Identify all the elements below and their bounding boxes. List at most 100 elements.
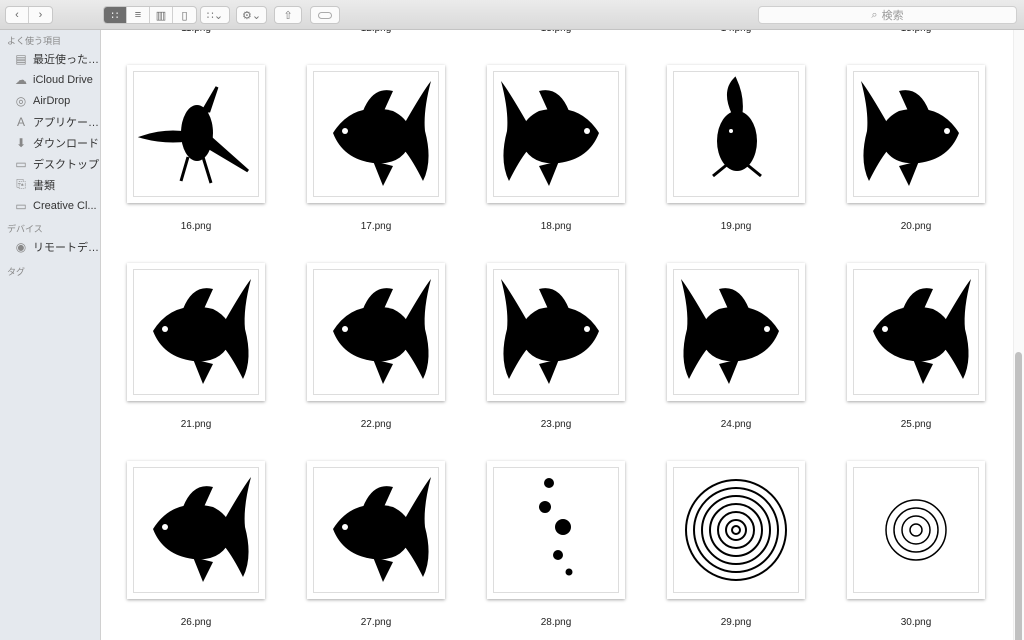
fish-front-image — [137, 86, 249, 184]
sidebar-item-label: デスクトップ — [33, 158, 99, 171]
applications-icon: A — [16, 114, 25, 129]
arrange-button[interactable]: ∷⌄ — [200, 6, 230, 24]
file-name[interactable]: 12.png — [286, 30, 466, 34]
file-name: 18.png — [540, 221, 572, 232]
file-name: 16.png — [180, 221, 212, 232]
sidebar-item-label: 書類 — [33, 179, 55, 192]
sidebar-item-label: リモートデ… — [33, 241, 99, 254]
file-thumbnail[interactable] — [667, 461, 805, 599]
sidebar-item[interactable]: ☁ iCloud Drive — [0, 69, 100, 90]
file-name: 30.png — [900, 617, 932, 628]
nav-buttons: ‹ › — [5, 6, 53, 24]
file-thumbnail[interactable] — [127, 263, 265, 401]
desktop-icon: ▭ — [15, 156, 27, 171]
bubbles-image — [539, 478, 573, 576]
file-name: 17.png — [360, 221, 392, 232]
sidebar-item-label: 最近使った… — [33, 53, 99, 66]
fish-left-image — [153, 477, 251, 582]
file-thumbnail[interactable] — [847, 461, 985, 599]
file-name: 24.png — [720, 419, 752, 430]
fish-right-image — [501, 81, 599, 186]
fish-left-image — [153, 279, 251, 384]
file-name: 28.png — [540, 617, 572, 628]
cloud-icon: ☁ — [15, 72, 27, 87]
file-name: 21.png — [180, 419, 212, 430]
file-name: 25.png — [900, 419, 932, 430]
file-thumbnail[interactable] — [307, 263, 445, 401]
file-thumbnail[interactable] — [487, 263, 625, 401]
fish-right-image — [501, 279, 599, 384]
fish-right-image — [861, 81, 959, 186]
cover-flow-button[interactable]: ▯ — [173, 7, 196, 23]
file-thumbnail[interactable] — [487, 461, 625, 599]
sidebar-item[interactable]: ▤ 最近使った… — [0, 48, 100, 69]
file-thumbnail[interactable] — [127, 65, 265, 203]
sidebar-item-label: iCloud Drive — [33, 73, 93, 86]
sidebar-item-label: ダウンロード — [33, 137, 99, 150]
file-grid: 11.png12.png13.png14.png15.png 16.png 17… — [101, 30, 1024, 640]
file-name[interactable]: 11.png — [106, 30, 286, 34]
fish-right-image — [681, 279, 779, 384]
documents-icon: ⎘ — [16, 177, 26, 191]
file-thumbnail[interactable] — [667, 263, 805, 401]
sidebar-item-label: AirDrop — [33, 94, 71, 107]
file-name: 26.png — [180, 617, 212, 628]
file-name: 20.png — [900, 221, 932, 232]
file-thumbnail[interactable] — [487, 65, 625, 203]
list-view-button[interactable]: ≡ — [127, 7, 150, 23]
search-icon: ⌕ — [871, 8, 878, 21]
file-name: 29.png — [720, 617, 752, 628]
sidebar-item[interactable]: ⬇ ダウンロード — [0, 132, 100, 153]
sidebar-item[interactable]: ⎘ 書類 — [0, 174, 100, 195]
file-thumbnail[interactable] — [847, 65, 985, 203]
download-icon: ⬇ — [15, 135, 27, 150]
sidebar-item[interactable]: ◉ リモートデ… — [0, 236, 100, 257]
sidebar-item[interactable]: ▭ Creative Cl... — [0, 195, 100, 216]
tags-heading: タグ — [7, 267, 26, 277]
file-thumbnail[interactable] — [307, 461, 445, 599]
fish-left-image — [873, 279, 971, 384]
chevron-left-icon[interactable]: ‹ — [6, 7, 29, 23]
ripple-small-image — [885, 499, 947, 561]
file-name: 27.png — [360, 617, 392, 628]
file-name[interactable]: 13.png — [466, 30, 646, 34]
sidebar-item[interactable]: ▭ デスクトップ — [0, 153, 100, 174]
search-placeholder: 検索 — [881, 10, 904, 22]
fish-left-image — [333, 81, 431, 186]
fish-left-image — [333, 477, 431, 582]
fish-left-image — [333, 279, 431, 384]
file-name[interactable]: 15.png — [826, 30, 1006, 34]
file-thumbnail[interactable] — [667, 65, 805, 203]
icon-view-button[interactable]: ∷ — [104, 7, 127, 23]
grid-icon: ∷⌄ — [206, 9, 224, 22]
scrollbar-thumb[interactable] — [1015, 352, 1022, 640]
search-input[interactable]: ⌕ 検索 — [758, 6, 1017, 24]
airdrop-icon: ◎ — [15, 93, 27, 108]
file-thumbnail[interactable] — [307, 65, 445, 203]
chevron-right-icon[interactable]: › — [29, 7, 52, 23]
sidebar-item-label: アプリケー… — [33, 116, 99, 129]
tag-icon — [318, 11, 332, 19]
file-name: 23.png — [540, 419, 572, 430]
sidebar-item-label: Creative Cl... — [33, 199, 97, 212]
favorites-heading: よく使う項目 — [7, 36, 62, 46]
file-thumbnail[interactable] — [847, 263, 985, 401]
sidebar-item[interactable]: A アプリケー… — [0, 111, 100, 132]
file-name: 22.png — [360, 419, 392, 430]
ripple-large-image — [685, 479, 787, 581]
column-view-button[interactable]: ▥ — [150, 7, 173, 23]
gear-icon: ⚙⌄ — [241, 9, 262, 22]
action-button[interactable]: ⚙⌄ — [236, 6, 267, 24]
fish-top-image — [712, 76, 762, 178]
toolbar: ‹ › ∷ ≡ ▥ ▯ ∷⌄ ⚙⌄ ⇧ ⌕ 検索 — [0, 0, 1024, 30]
file-name[interactable]: 14.png — [646, 30, 826, 34]
sidebar-item[interactable]: ◎ AirDrop — [0, 90, 100, 111]
tag-button[interactable] — [310, 6, 340, 24]
share-button[interactable]: ⇧ — [274, 6, 302, 24]
folder-icon: ▭ — [15, 198, 27, 213]
share-icon: ⇧ — [283, 9, 293, 22]
devices-heading: デバイス — [7, 224, 43, 234]
sidebar: よく使う項目 ▤ 最近使った… ☁ iCloud Drive ◎ AirDrop A アプリケ… — [0, 30, 101, 640]
recents-icon: ▤ — [15, 51, 27, 66]
file-thumbnail[interactable] — [127, 461, 265, 599]
